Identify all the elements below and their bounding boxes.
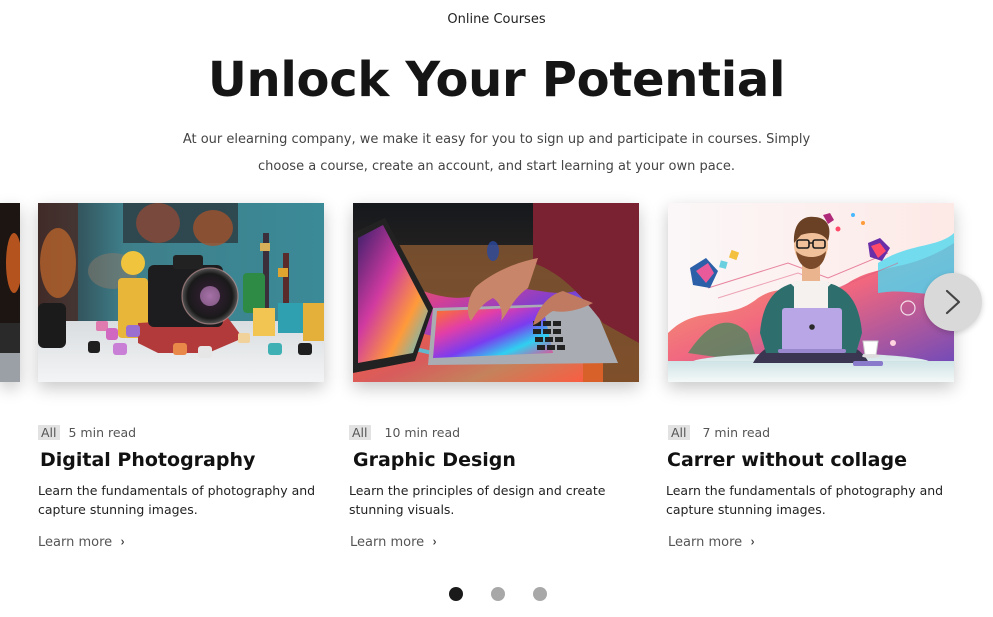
learn-more-link[interactable]: Learn more ›: [668, 535, 756, 550]
chevron-right-icon: ›: [120, 535, 125, 550]
course-card: All 5 min read Digital Photography Learn…: [38, 203, 328, 550]
chevron-right-icon: ›: [432, 535, 437, 550]
page-title: Unlock Your Potential: [207, 52, 786, 108]
learn-more-label: Learn more: [350, 535, 425, 550]
pagination-dot-1[interactable]: [449, 587, 463, 601]
category-tag[interactable]: All: [38, 425, 60, 440]
course-title: Carrer without collage: [667, 449, 907, 471]
learn-more-label: Learn more: [668, 535, 743, 550]
course-description: Learn the fundamentals of photography an…: [666, 483, 944, 517]
course-image-laptop-design[interactable]: [353, 203, 639, 382]
course-image-camera[interactable]: [38, 203, 324, 382]
pagination-dot-2[interactable]: [491, 587, 505, 601]
category-tag[interactable]: All: [668, 425, 690, 440]
chevron-right-icon: ›: [750, 535, 755, 550]
course-title: Digital Photography: [40, 449, 256, 471]
learn-more-link[interactable]: Learn more ›: [350, 535, 438, 550]
category-tag[interactable]: All: [349, 425, 371, 440]
chevron-right-icon: [945, 289, 961, 315]
eyebrow-label: Online Courses: [447, 12, 546, 27]
course-card: All 7 min read Carrer without collage Le…: [666, 203, 958, 550]
course-meta: All 5 min read: [38, 425, 136, 440]
course-carousel: All 5 min read Digital Photography Learn…: [0, 203, 993, 573]
carousel-pagination: [0, 587, 993, 601]
course-image-man-laptop[interactable]: [668, 203, 954, 382]
read-time: 10 min read: [384, 425, 461, 440]
read-time: 5 min read: [68, 425, 137, 440]
learn-more-label: Learn more: [38, 535, 113, 550]
lead-paragraph: At our elearning company, we make it eas…: [182, 132, 811, 174]
course-meta: All 10 min read: [349, 425, 460, 440]
read-time: 7 min read: [702, 425, 771, 440]
previous-card-peek[interactable]: [0, 203, 20, 382]
course-card: All 10 min read Graphic Design Learn the…: [349, 203, 643, 550]
carousel-next-button[interactable]: [924, 273, 982, 331]
learn-more-link[interactable]: Learn more ›: [38, 535, 126, 550]
course-description: Learn the fundamentals of photography an…: [38, 483, 316, 517]
course-meta: All 7 min read: [668, 425, 770, 440]
course-title: Graphic Design: [353, 449, 516, 471]
course-description: Learn the principles of design and creat…: [349, 483, 606, 517]
pagination-dot-3[interactable]: [533, 587, 547, 601]
